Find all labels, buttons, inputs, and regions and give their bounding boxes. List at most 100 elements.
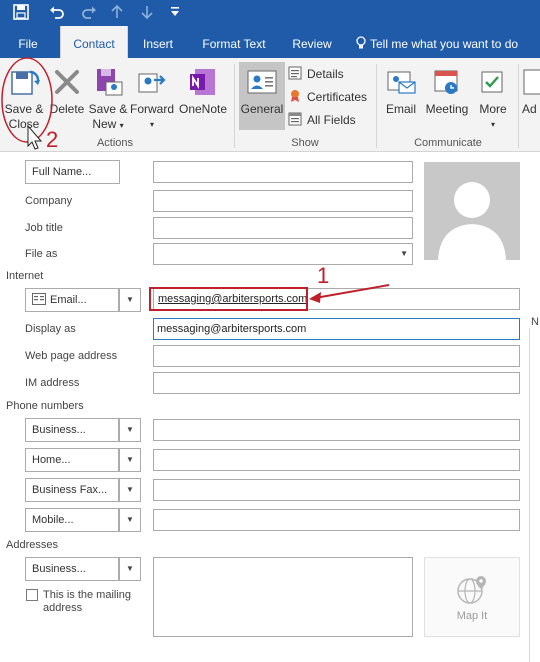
- annotation-circle-2: [1, 57, 53, 150]
- map-it-button[interactable]: Map It: [424, 557, 520, 637]
- phone-type-dropdown-1[interactable]: ▼: [119, 418, 141, 442]
- group-divider: [376, 64, 377, 148]
- meeting-button[interactable]: Meeting: [422, 66, 472, 117]
- notes-label-cut-off: N: [531, 316, 539, 328]
- ribbon-tabs: File Contact Insert Format Text Review T…: [0, 26, 540, 58]
- phone-input-1[interactable]: [153, 419, 520, 441]
- chevron-down-icon: ▼: [400, 249, 408, 258]
- display-as-input[interactable]: messaging@arbitersports.com: [153, 318, 520, 340]
- tell-me-box[interactable]: Tell me what you want to do: [356, 26, 536, 58]
- chevron-down-icon: ▾: [490, 120, 495, 129]
- email-type-dropdown[interactable]: ▼: [119, 288, 141, 312]
- meeting-calendar-icon: [434, 70, 458, 94]
- annotation-highlight-box: [149, 287, 308, 311]
- tab-insert[interactable]: Insert: [136, 26, 180, 58]
- meeting-label: Meeting: [425, 102, 469, 116]
- certificates-button[interactable]: Certificates: [288, 87, 367, 107]
- save-new-label-2-text: New: [92, 117, 117, 131]
- job-title-input[interactable]: [153, 217, 413, 239]
- up-arrow-icon[interactable]: [106, 2, 128, 22]
- chevron-down-icon: ▼: [126, 485, 134, 494]
- tab-format-text[interactable]: Format Text: [192, 26, 276, 58]
- details-label: Details: [307, 67, 344, 81]
- phone-input-4[interactable]: [153, 509, 520, 531]
- phone-type-button-3[interactable]: Business Fax...: [25, 478, 119, 502]
- display-as-value: messaging@arbitersports.com: [157, 323, 307, 335]
- phone-input-3[interactable]: [153, 479, 520, 501]
- all-fields-icon: [288, 112, 302, 126]
- ribbon: Save & Close Delete Save & New ▾ Forward…: [0, 58, 540, 152]
- lightbulb-icon: [356, 36, 366, 49]
- redo-icon[interactable]: [78, 2, 100, 22]
- address-type-dropdown[interactable]: ▼: [119, 557, 141, 581]
- save-and-new-button[interactable]: Save & New ▾: [88, 66, 128, 133]
- map-it-label: Map It: [456, 610, 488, 622]
- chevron-down-icon: ▼: [126, 295, 134, 304]
- web-page-input[interactable]: [153, 345, 520, 367]
- im-address-input[interactable]: [153, 372, 520, 394]
- internet-section-label: Internet: [6, 270, 44, 282]
- all-fields-button[interactable]: All Fields: [288, 110, 356, 130]
- communicate-group-label: Communicate: [414, 137, 482, 149]
- phone-input-2[interactable]: [153, 449, 520, 471]
- email-card-icon: [32, 293, 46, 305]
- tab-review[interactable]: Review: [286, 26, 338, 58]
- onenote-label: OneNote: [178, 102, 228, 116]
- contact-card-icon: [247, 70, 277, 94]
- address-textarea[interactable]: [153, 557, 413, 637]
- im-address-label: IM address: [25, 377, 80, 389]
- display-as-label: Display as: [25, 323, 76, 335]
- phone-type-dropdown-2[interactable]: ▼: [119, 448, 141, 472]
- phone-type-dropdown-3[interactable]: ▼: [119, 478, 141, 502]
- phone-type-button-4[interactable]: Mobile...: [25, 508, 119, 532]
- full-name-input[interactable]: [153, 161, 413, 183]
- customize-icon[interactable]: [164, 2, 186, 22]
- save-new-label-1: Save &: [88, 102, 128, 116]
- save-new-label-2: New ▾: [88, 117, 128, 133]
- add-button-label: Ad: [522, 102, 537, 116]
- job-title-label: Job title: [25, 222, 63, 234]
- chevron-down-icon: ▼: [126, 455, 134, 464]
- all-fields-label: All Fields: [307, 113, 356, 127]
- mailing-address-label-2: address: [43, 602, 83, 614]
- certificate-ribbon-icon: [291, 90, 299, 102]
- onenote-button[interactable]: OneNote: [176, 66, 230, 117]
- general-button[interactable]: General: [239, 62, 285, 130]
- mailing-address-label-1: This is the mailing: [43, 589, 132, 601]
- general-label: General: [240, 102, 284, 116]
- chevron-down-icon: ▼: [126, 564, 134, 573]
- address-type-button[interactable]: Business...: [25, 557, 119, 581]
- save-icon[interactable]: [10, 2, 32, 22]
- mailing-address-checkbox[interactable]: [26, 589, 38, 601]
- phone-section-label: Phone numbers: [6, 400, 84, 412]
- details-button[interactable]: Details: [288, 64, 344, 84]
- more-label: More: [479, 102, 507, 116]
- show-group-label: Show: [291, 137, 319, 149]
- phone-type-button-2[interactable]: Home...: [25, 448, 119, 472]
- annotation-number-2: 2: [46, 127, 59, 152]
- forward-button[interactable]: Forward ▾: [130, 66, 174, 132]
- chevron-down-icon: ▾: [149, 120, 154, 129]
- save-new-icon: [97, 69, 123, 96]
- undo-icon[interactable]: [46, 2, 68, 22]
- company-label: Company: [25, 195, 73, 207]
- email-button[interactable]: Email: [382, 66, 420, 117]
- phone-type-button-1[interactable]: Business...: [25, 418, 119, 442]
- phone-type-dropdown-4[interactable]: ▼: [119, 508, 141, 532]
- add-button-cut-off[interactable]: Ad: [522, 66, 540, 117]
- email-type-label: Email...: [50, 294, 87, 306]
- notes-panel-edge[interactable]: [529, 328, 540, 662]
- down-arrow-icon[interactable]: [136, 2, 158, 22]
- group-divider: [518, 64, 519, 148]
- details-icon: [288, 66, 302, 80]
- addresses-section-label: Addresses: [6, 539, 58, 551]
- email-type-button[interactable]: Email...: [25, 288, 119, 312]
- full-name-button[interactable]: Full Name...: [25, 160, 120, 184]
- web-page-label: Web page address: [25, 350, 118, 362]
- more-button[interactable]: More ▾: [474, 66, 512, 132]
- more-actions-icon: [481, 71, 503, 93]
- address-book-icon: [523, 69, 540, 95]
- company-input[interactable]: [153, 190, 413, 212]
- contact-photo[interactable]: [424, 162, 520, 260]
- file-as-select[interactable]: ▼: [153, 243, 413, 265]
